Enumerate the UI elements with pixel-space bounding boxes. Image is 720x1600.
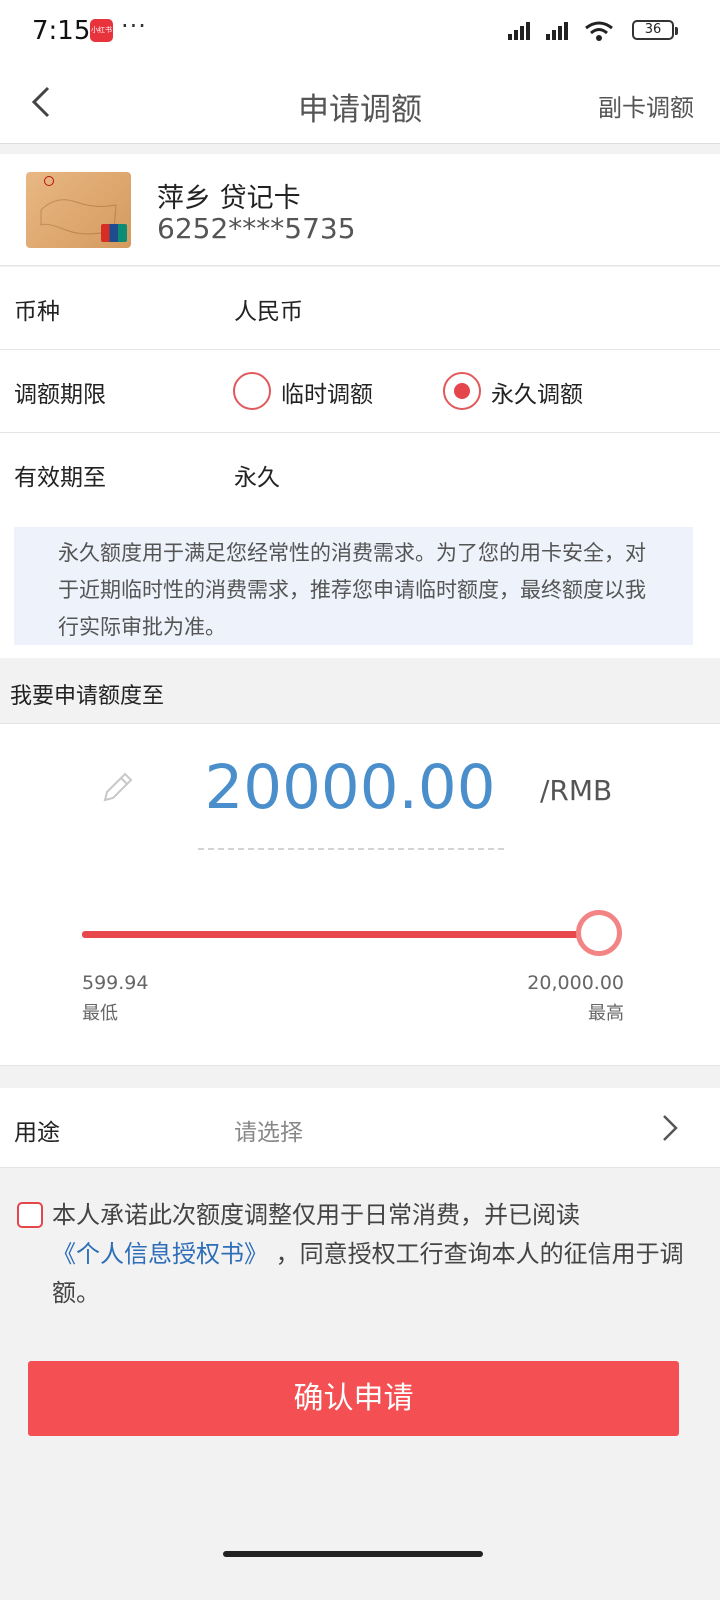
purpose-select[interactable]: 请选择 xyxy=(234,1113,303,1147)
limit-slider-handle[interactable] xyxy=(576,910,622,956)
valid-until-value: 永久 xyxy=(234,465,280,491)
radio-temporary-label: 临时调额 xyxy=(281,382,373,408)
term-label: 调额期限 xyxy=(14,382,106,408)
radio-circle-icon xyxy=(233,372,271,410)
agreement-checkbox[interactable] xyxy=(17,1202,43,1228)
unionpay-logo-icon xyxy=(101,224,127,242)
card-image xyxy=(26,172,131,248)
signal-icon xyxy=(508,22,530,40)
currency-label: 币种 xyxy=(14,299,60,325)
radio-permanent-label: 永久调额 xyxy=(491,382,583,408)
amount-input[interactable]: 20000.00 xyxy=(180,752,520,823)
confirm-button[interactable]: 确认申请 xyxy=(28,1361,679,1436)
status-time: 7:15 xyxy=(32,16,91,46)
agreement-section: 本人承诺此次额度调整仅用于日常消费，并已阅读 《个人信息授权书》 ，同意授权工行查… xyxy=(0,1168,720,1308)
term-row: 调额期限 临时调额 永久调额 xyxy=(0,350,720,433)
amount-unit: /RMB xyxy=(540,774,613,807)
radio-checked-icon xyxy=(443,372,481,410)
card-number: 6252****5735 xyxy=(157,212,356,245)
pencil-icon[interactable] xyxy=(97,768,137,808)
card-name: 萍乡 贷记卡 xyxy=(157,183,301,214)
battery-icon: 36 xyxy=(632,20,678,40)
wifi-icon xyxy=(585,21,613,41)
apply-heading-text: 我要申请额度至 xyxy=(10,684,165,709)
app-notification-icon: 小红书 xyxy=(90,19,113,42)
nav-bar: 申请调额 副卡调额 xyxy=(0,66,720,144)
home-indicator[interactable] xyxy=(223,1551,483,1557)
min-label: 最低 xyxy=(82,1003,118,1024)
signal-icon-2 xyxy=(546,22,568,40)
bank-logo-icon xyxy=(44,176,54,186)
info-section: 永久额度用于满足您经常性的消费需求。为了您的用卡安全，对于近期临时性的消费需求，… xyxy=(0,515,720,658)
card-row: 萍乡 贷记卡 6252****5735 xyxy=(0,154,720,266)
amount-underline xyxy=(198,848,504,850)
valid-until-label: 有效期至 xyxy=(14,465,106,491)
valid-until-row: 有效期至 永久 xyxy=(0,433,720,516)
agreement-text: 本人承诺此次额度调整仅用于日常消费，并已阅读 《个人信息授权书》 ，同意授权工行查… xyxy=(52,1196,692,1313)
info-text: 永久额度用于满足您经常性的消费需求。为了您的用卡安全，对于近期临时性的消费需求，… xyxy=(14,527,693,645)
chevron-right-icon xyxy=(663,1115,678,1141)
currency-row: 币种 人民币 xyxy=(0,267,720,350)
min-value: 599.94 xyxy=(82,972,149,994)
purpose-label: 用途 xyxy=(14,1120,60,1146)
max-value: 20,000.00 xyxy=(527,972,624,994)
amount-panel: 20000.00 /RMB 599.94 最低 20,000.00 最高 xyxy=(0,724,720,1066)
agreement-text-before: 本人承诺此次额度调整仅用于日常消费，并已阅读 xyxy=(52,1201,580,1229)
purpose-row[interactable]: 用途 请选择 xyxy=(0,1088,720,1168)
secondary-card-adjust-link[interactable]: 副卡调额 xyxy=(598,88,694,123)
max-label: 最高 xyxy=(588,1003,624,1024)
status-icons: 36 xyxy=(508,20,678,44)
more-notifications-icon: ··· xyxy=(121,12,147,40)
currency-value: 人民币 xyxy=(234,299,303,325)
authorization-link[interactable]: 《个人信息授权书》 xyxy=(52,1240,268,1268)
apply-heading: 我要申请额度至 xyxy=(0,658,720,724)
limit-slider-track[interactable] xyxy=(82,931,602,938)
status-bar: 7:15 小红书 ··· 36 xyxy=(0,0,720,66)
